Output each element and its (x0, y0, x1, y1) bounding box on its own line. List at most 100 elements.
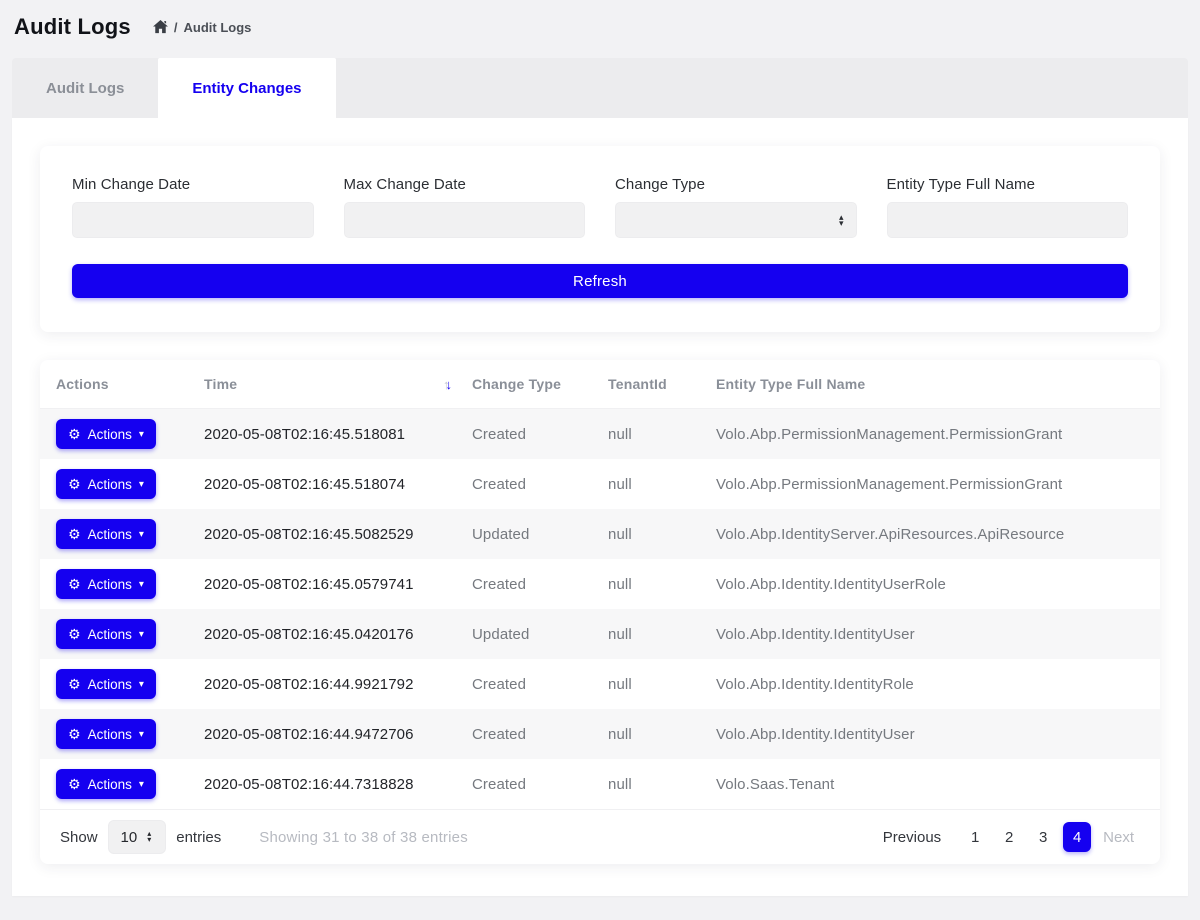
cell-time: 2020-05-08T02:16:45.0420176 (188, 609, 456, 659)
table-row: ⚙Actions▾2020-05-08T02:16:44.9921792Crea… (40, 659, 1160, 709)
table-row: ⚙ Actions ▾ 2020-05-08T02:16:44.7318828Crea… (40, 759, 1160, 809)
cell-actions: ⚙ Actions ▾ (40, 459, 188, 509)
cell-actions: ⚙Actions▾ (40, 409, 188, 460)
show-label: Show (60, 829, 98, 846)
column-header-time[interactable]: Time↑↓ (188, 360, 456, 409)
cell-tenantid: null (592, 509, 700, 559)
filter-card: Min Change Date Max Change Date Change T… (40, 146, 1160, 332)
actions-button-label: Actions (88, 627, 132, 642)
row-actions-button[interactable]: ⚙Actions▾ (56, 719, 156, 749)
cell-tenantid: null (592, 709, 700, 759)
row-actions-button[interactable]: ⚙Actions▾ (56, 619, 156, 649)
caret-down-icon: ▾ (139, 779, 144, 790)
cell-change-type: Created (456, 459, 592, 509)
pagination: Previous 1234Next (877, 822, 1140, 852)
table-row: ⚙Actions▾2020-05-08T02:16:45.518081Creat… (40, 409, 1160, 460)
cell-entity-type: Volo.Abp.Identity.IdentityUser (700, 709, 1160, 759)
pagination-page-3[interactable]: 3 (1029, 822, 1057, 852)
select-updown-icon: ▴▾ (147, 831, 153, 843)
cell-actions: ⚙Actions▾ (40, 609, 188, 659)
caret-down-icon: ▾ (139, 679, 144, 690)
column-header-actions: Actions (40, 360, 188, 409)
row-actions-button[interactable]: ⚙ Actions ▾ (56, 469, 156, 499)
caret-down-icon: ▾ (139, 579, 144, 590)
breadcrumb-current: Audit Logs (184, 20, 252, 35)
pagination-previous[interactable]: Previous (877, 822, 947, 852)
gear-icon: ⚙ (68, 777, 81, 791)
row-actions-button[interactable]: ⚙ Actions ▾ (56, 769, 156, 799)
filter-max-change-date: Max Change Date (344, 176, 586, 238)
cell-actions: ⚙ Actions ▾ (40, 659, 188, 709)
entity-changes-table-card: Actions Time↑↓ Change Type TenantId Enti… (40, 360, 1160, 864)
row-actions-button[interactable]: ⚙ Actions ▾ (56, 669, 156, 699)
filter-change-type: Change Type ▴▾ (615, 176, 857, 238)
table-row: ⚙Actions▾2020-05-08T02:16:45.518074Creat… (40, 459, 1160, 509)
table-row: ⚙Actions▾2020-05-08T02:16:44.9472706Crea… (40, 709, 1160, 759)
cell-entity-type: Volo.Abp.Identity.IdentityUserRole (700, 559, 1160, 609)
cell-time: 2020-05-08T02:16:44.9472706 (188, 709, 456, 759)
table-row: ⚙ Actions ▾ 2020-05-08T02:16:45.5082529Upda… (40, 509, 1160, 559)
gear-icon: ⚙ (68, 677, 81, 691)
cell-change-type: Updated (456, 509, 592, 559)
tab-bar: Audit Logs Entity Changes (12, 58, 1188, 118)
cell-time: 2020-05-08T02:16:45.5082529 (188, 509, 456, 559)
entries-info: Showing 31 to 38 of 38 entries (259, 829, 468, 846)
cell-change-type: Created (456, 759, 592, 809)
min-change-date-input[interactable] (72, 202, 314, 238)
change-type-label: Change Type (615, 176, 857, 193)
pagination-page-1[interactable]: 1 (961, 822, 989, 852)
min-change-date-label: Min Change Date (72, 176, 314, 193)
entity-changes-table: Actions Time↑↓ Change Type TenantId Enti… (40, 360, 1160, 809)
page-header: Audit Logs / Audit Logs (0, 0, 1200, 46)
cell-time: 2020-05-08T02:16:44.9921792 (188, 659, 456, 709)
actions-button-label: Actions (88, 577, 132, 592)
entity-type-label: Entity Type Full Name (887, 176, 1129, 193)
cell-actions: ⚙Actions▾ (40, 709, 188, 759)
row-actions-button[interactable]: ⚙Actions▾ (56, 569, 156, 599)
gear-icon: ⚙ (68, 427, 81, 441)
column-header-change-type: Change Type (456, 360, 592, 409)
pagination-next[interactable]: Next (1097, 822, 1140, 852)
cell-tenantid: null (592, 459, 700, 509)
pagination-page-4[interactable]: 4 (1063, 822, 1091, 852)
gear-icon: ⚙ (68, 527, 81, 541)
actions-button-label: Actions (88, 477, 132, 492)
entity-type-input[interactable] (887, 202, 1129, 238)
actions-button-label: Actions (88, 527, 132, 542)
caret-down-icon: ▾ (139, 479, 144, 490)
caret-down-icon: ▾ (139, 529, 144, 540)
cell-time: 2020-05-08T02:16:44.7318828 (188, 759, 456, 809)
actions-button-label: Actions (88, 777, 132, 792)
row-actions-button[interactable]: ⚙Actions▾ (56, 419, 156, 449)
cell-time: 2020-05-08T02:16:45.0579741 (188, 559, 456, 609)
cell-tenantid: null (592, 409, 700, 460)
column-header-entity-type: Entity Type Full Name (700, 360, 1160, 409)
page-size-select[interactable]: 10 ▴▾ (108, 820, 167, 854)
cell-tenantid: null (592, 759, 700, 809)
refresh-button[interactable]: Refresh (72, 264, 1128, 298)
breadcrumb: / Audit Logs (153, 20, 252, 35)
sort-icon[interactable]: ↑↓ (443, 377, 448, 392)
breadcrumb-separator: / (174, 20, 178, 35)
actions-button-label: Actions (88, 727, 132, 742)
gear-icon: ⚙ (68, 477, 81, 491)
cell-entity-type: Volo.Abp.IdentityServer.ApiResources.Api… (700, 509, 1160, 559)
max-change-date-input[interactable] (344, 202, 586, 238)
tab-audit-logs[interactable]: Audit Logs (12, 58, 158, 118)
column-header-tenantid: TenantId (592, 360, 700, 409)
tab-content-panel: Min Change Date Max Change Date Change T… (12, 118, 1188, 896)
change-type-select[interactable]: ▴▾ (615, 202, 857, 238)
pagination-page-2[interactable]: 2 (995, 822, 1023, 852)
page-size-control: Show 10 ▴▾ entries (60, 820, 221, 854)
home-icon[interactable] (153, 20, 168, 34)
cell-change-type: Created (456, 409, 592, 460)
tab-entity-changes[interactable]: Entity Changes (158, 58, 335, 118)
row-actions-button[interactable]: ⚙ Actions ▾ (56, 519, 156, 549)
cell-actions: ⚙ Actions ▾ (40, 759, 188, 809)
caret-down-icon: ▾ (139, 729, 144, 740)
cell-entity-type: Volo.Saas.Tenant (700, 759, 1160, 809)
actions-button-label: Actions (88, 677, 132, 692)
filter-min-change-date: Min Change Date (72, 176, 314, 238)
table-footer: Show 10 ▴▾ entries Showing 31 to 38 of 3… (40, 809, 1160, 864)
cell-change-type: Created (456, 709, 592, 759)
